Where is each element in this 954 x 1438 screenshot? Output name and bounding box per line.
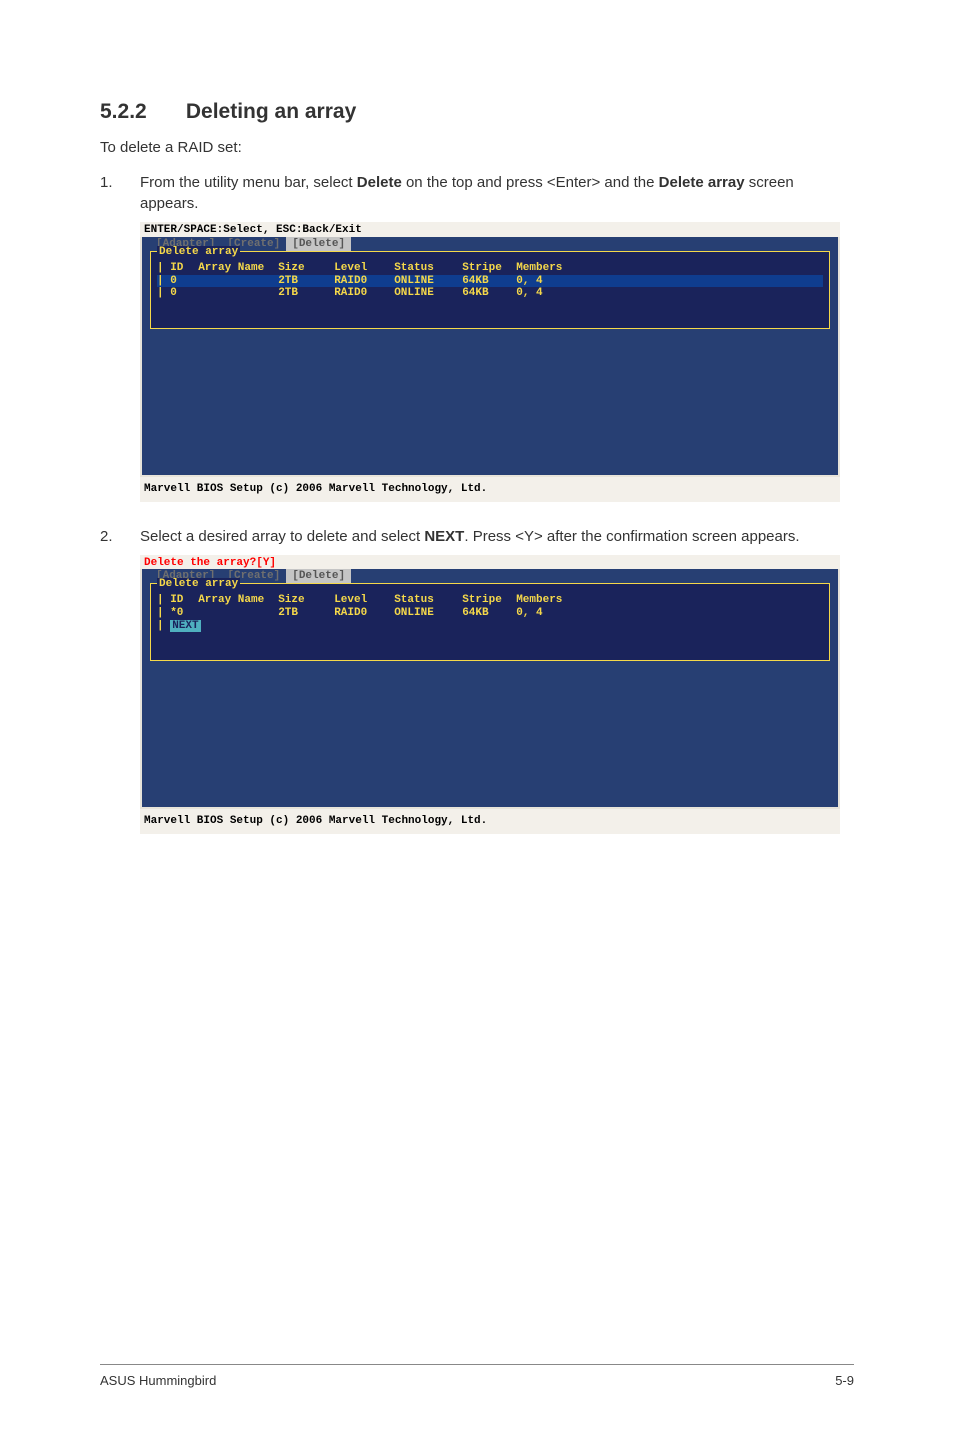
bios-menubar: [Adapter] [Create] [Delete] — [150, 237, 830, 252]
hdr-level: Level — [334, 594, 394, 607]
cell-stripe: 64KB — [462, 275, 516, 288]
cell-name — [198, 287, 278, 300]
row-pipe: | — [157, 607, 170, 620]
hdr-pipe: | — [157, 262, 170, 275]
section-title: Deleting an array — [186, 100, 356, 123]
cell-size: 2TB — [278, 607, 334, 620]
next-button[interactable]: NEXT — [170, 620, 200, 633]
bios-footer: Marvell BIOS Setup (c) 2006 Marvell Tech… — [140, 477, 840, 502]
footer-left: ASUS Hummingbird — [100, 1373, 216, 1388]
cell-status: ONLINE — [394, 275, 462, 288]
bios-panel-1: ENTER/SPACE:Select, ESC:Back/Exit [Adapt… — [140, 222, 840, 501]
cell-id: 0 — [170, 275, 198, 288]
array-table: | IDArray NameSizeLevelStatusStripeMembe… — [157, 594, 823, 632]
hdr-members: Members — [516, 262, 596, 275]
hdr-id: ID — [170, 594, 198, 607]
cell-stripe: 64KB — [462, 287, 516, 300]
step-index: 2. — [100, 526, 140, 547]
tab-delete[interactable]: [Delete] — [286, 237, 351, 252]
cell-level: RAID0 — [334, 607, 394, 620]
table-header: | IDArray NameSizeLevelStatusStripeMembe… — [157, 262, 823, 275]
bios-body: [Adapter] [Create] [Delete] Delete array… — [140, 237, 840, 477]
cell-name — [198, 275, 278, 288]
delete-array-box: Delete array | IDArray NameSizeLevelStat… — [150, 583, 830, 661]
step-bold-next: NEXT — [424, 528, 464, 545]
hdr-stripe: Stripe — [462, 262, 516, 275]
row-pipe: | — [157, 287, 170, 300]
cell-size: 2TB — [278, 275, 334, 288]
box-title: Delete array — [157, 246, 240, 259]
hdr-level: Level — [334, 262, 394, 275]
hdr-status: Status — [394, 262, 462, 275]
hdr-id: ID — [170, 262, 198, 275]
cell-members: 0, 4 — [516, 287, 596, 300]
array-table: | IDArray NameSizeLevelStatusStripeMembe… — [157, 262, 823, 300]
step-index: 1. — [100, 172, 140, 214]
cell-stripe: 64KB — [462, 607, 516, 620]
hdr-status: Status — [394, 594, 462, 607]
page-footer: ASUS Hummingbird 5-9 — [100, 1364, 854, 1388]
cell-status: ONLINE — [394, 287, 462, 300]
step-bold-delete-array: Delete array — [659, 174, 745, 191]
cell-level: RAID0 — [334, 275, 394, 288]
bios-body: [Adapter] [Create] [Delete] Delete array… — [140, 569, 840, 809]
step-text: . Press <Y> after the confirmation scree… — [464, 528, 799, 545]
hdr-members: Members — [516, 594, 596, 607]
table-row[interactable]: | 0 2TBRAID0ONLINE64KB0, 4 — [157, 287, 823, 300]
cell-members: 0, 4 — [516, 275, 596, 288]
bios-menubar: [Adapter] [Create] [Delete] — [150, 569, 830, 584]
step-text: Select a desired array to delete and sel… — [140, 528, 424, 545]
row-pipe: | — [157, 620, 170, 633]
table-header: | IDArray NameSizeLevelStatusStripeMembe… — [157, 594, 823, 607]
intro-text: To delete a RAID set: — [100, 138, 854, 158]
step-1: 1. From the utility menu bar, select Del… — [100, 172, 854, 214]
step-bold-delete: Delete — [357, 174, 402, 191]
table-row[interactable]: | 0 2TBRAID0ONLINE64KB0, 4 — [157, 275, 823, 288]
footer-right: 5-9 — [835, 1373, 854, 1388]
bios-panel-2: Delete the array?[Y] [Adapter] [Create] … — [140, 555, 840, 834]
bios-footer: Marvell BIOS Setup (c) 2006 Marvell Tech… — [140, 809, 840, 834]
cell-id: *0 — [170, 607, 198, 620]
hdr-pipe: | — [157, 594, 170, 607]
section-number: 5.2.2 — [100, 100, 180, 124]
step-text: on the top and press <Enter> and the — [402, 174, 659, 191]
row-pipe: | — [157, 275, 170, 288]
delete-array-box: Delete array | IDArray NameSizeLevelStat… — [150, 251, 830, 329]
section-heading: 5.2.2 Deleting an array — [100, 100, 854, 124]
cell-members: 0, 4 — [516, 607, 596, 620]
cell-id: 0 — [170, 287, 198, 300]
cell-level: RAID0 — [334, 287, 394, 300]
table-row[interactable]: | *0 2TBRAID0ONLINE64KB0, 4 — [157, 607, 823, 620]
tab-delete[interactable]: [Delete] — [286, 569, 351, 584]
hdr-stripe: Stripe — [462, 594, 516, 607]
cell-status: ONLINE — [394, 607, 462, 620]
step-text: From the utility menu bar, select — [140, 174, 357, 191]
hdr-size: Size — [278, 594, 334, 607]
hdr-name: Array Name — [198, 594, 278, 607]
box-title: Delete array — [157, 578, 240, 591]
next-row[interactable]: | NEXT — [157, 620, 823, 633]
cell-size: 2TB — [278, 287, 334, 300]
hdr-name: Array Name — [198, 262, 278, 275]
step-2: 2. Select a desired array to delete and … — [100, 526, 854, 547]
cell-name — [198, 607, 278, 620]
hdr-size: Size — [278, 262, 334, 275]
